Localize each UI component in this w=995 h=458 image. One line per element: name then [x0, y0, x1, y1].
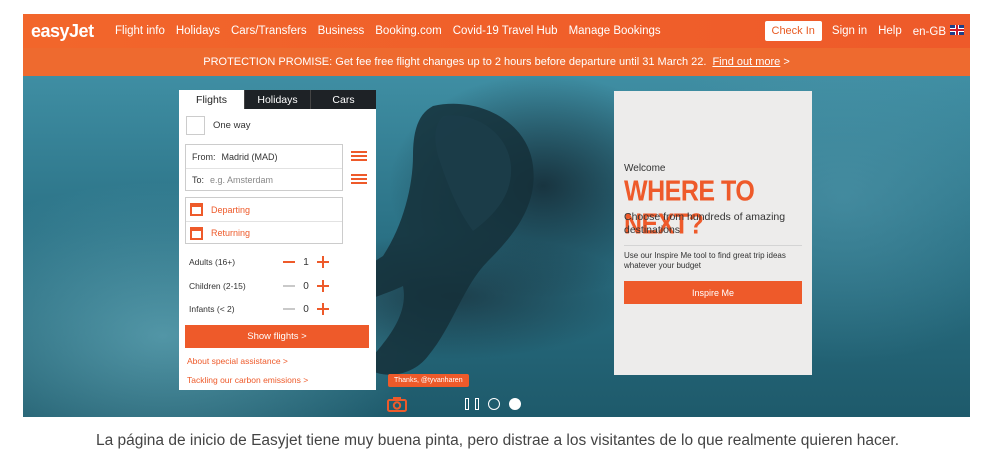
inspire-subtitle: Choose from hundreds of amazing destinat…: [624, 211, 786, 236]
special-assistance-link[interactable]: About special assistance >: [187, 356, 288, 366]
nav-holidays[interactable]: Holidays: [176, 25, 220, 37]
easyjet-logo[interactable]: easyJet: [31, 21, 115, 42]
hero-background-photo: [23, 76, 970, 417]
children-minus-button[interactable]: [283, 285, 295, 287]
sign-in-link[interactable]: Sign in: [832, 25, 867, 37]
promo-text: PROTECTION PROMISE: Get fee free flight …: [203, 56, 707, 68]
one-way-checkbox[interactable]: [186, 115, 205, 135]
nav-cars-transfers[interactable]: Cars/Transfers: [231, 25, 307, 37]
children-count: 0: [303, 280, 309, 292]
to-list-icon[interactable]: [351, 174, 367, 185]
find-out-more-link[interactable]: Find out more: [712, 56, 780, 68]
nav-booking-com[interactable]: Booking.com: [375, 25, 441, 37]
infants-row: Infants (< 2) 0: [189, 299, 369, 319]
nav-covid-hub[interactable]: Covid-19 Travel Hub: [453, 25, 558, 37]
check-in-button[interactable]: Check In: [764, 21, 822, 41]
adults-row: Adults (16+) 1: [189, 252, 369, 272]
photo-credit-badge: Thanks, @tyvanharen: [388, 374, 469, 387]
returning-label: Returning: [211, 228, 251, 238]
adults-minus-button[interactable]: [283, 261, 295, 263]
inspire-divider: [624, 245, 802, 246]
pause-icon[interactable]: [465, 398, 479, 410]
children-row: Children (2-15) 0: [189, 276, 369, 296]
protection-promise-banner: PROTECTION PROMISE: Get fee free flight …: [23, 48, 970, 76]
infants-plus-button[interactable]: [317, 303, 329, 315]
children-plus-button[interactable]: [317, 280, 329, 292]
screenshot-frame: easyJet Flight info Holidays Cars/Transf…: [23, 14, 970, 417]
nav-business[interactable]: Business: [318, 25, 365, 37]
one-way-label: One way: [213, 119, 251, 131]
calendar-icon: [190, 203, 203, 216]
show-flights-button[interactable]: Show flights >: [185, 325, 369, 348]
to-placeholder: e.g. Amsterdam: [210, 175, 274, 185]
account-nav: Check In Sign in Help en-GB: [764, 14, 964, 48]
image-caption: La página de inicio de Easyjet tiene muy…: [95, 432, 900, 449]
returning-field[interactable]: Returning: [186, 221, 342, 244]
from-field[interactable]: From: Madrid (MAD): [186, 145, 342, 168]
departing-field[interactable]: Departing: [186, 198, 342, 221]
welcome-text: Welcome: [624, 163, 666, 174]
help-link[interactable]: Help: [878, 25, 902, 37]
main-nav: Flight info Holidays Cars/Transfers Busi…: [115, 25, 672, 37]
booking-tabs: Flights Holidays Cars: [179, 90, 376, 109]
calendar-icon: [190, 226, 203, 240]
date-fields: Departing Returning: [185, 197, 343, 244]
uk-flag-icon: [950, 24, 964, 35]
departing-label: Departing: [211, 204, 251, 215]
from-label: From:: [192, 151, 216, 162]
top-navigation-bar: easyJet Flight info Holidays Cars/Transf…: [23, 14, 970, 48]
from-value: Madrid (MAD): [221, 151, 278, 162]
inspire-tool-text: Use our Inspire Me tool to find great tr…: [624, 251, 786, 270]
infants-label: Infants (< 2): [189, 304, 235, 314]
route-fields: From: Madrid (MAD) To: e.g. Amsterdam: [185, 144, 343, 191]
nav-manage-bookings[interactable]: Manage Bookings: [569, 25, 661, 37]
locale-label: en-GB: [912, 25, 946, 38]
adults-count: 1: [303, 256, 309, 268]
adults-plus-button[interactable]: [317, 256, 329, 268]
inspire-panel: Welcome WHERE TO NEXT? Choose from hundr…: [614, 91, 812, 375]
to-field[interactable]: To: e.g. Amsterdam: [186, 168, 342, 191]
tab-holidays[interactable]: Holidays: [244, 90, 310, 109]
tab-cars[interactable]: Cars: [310, 90, 376, 109]
adults-label: Adults (16+): [189, 257, 236, 267]
locale-selector[interactable]: en-GB: [912, 24, 964, 38]
inspire-me-button[interactable]: Inspire Me: [624, 281, 802, 304]
tab-flights[interactable]: Flights: [179, 90, 244, 109]
infants-minus-button[interactable]: [283, 308, 295, 310]
infants-count: 0: [303, 303, 309, 315]
from-list-icon[interactable]: [351, 151, 367, 162]
camera-icon[interactable]: [387, 396, 407, 412]
to-label: To:: [192, 175, 205, 185]
carousel-dot[interactable]: [488, 398, 500, 410]
children-label: Children (2-15): [189, 281, 246, 291]
one-way-option[interactable]: One way: [186, 115, 376, 135]
carbon-emissions-link[interactable]: Tackling our carbon emissions >: [187, 375, 308, 385]
carousel-controls: [465, 398, 530, 410]
nav-flight-info[interactable]: Flight info: [115, 25, 165, 37]
carousel-dot-active[interactable]: [509, 398, 521, 410]
promo-arrow: >: [783, 56, 790, 68]
booking-widget: Flights Holidays Cars One way From: Madri…: [179, 90, 376, 390]
